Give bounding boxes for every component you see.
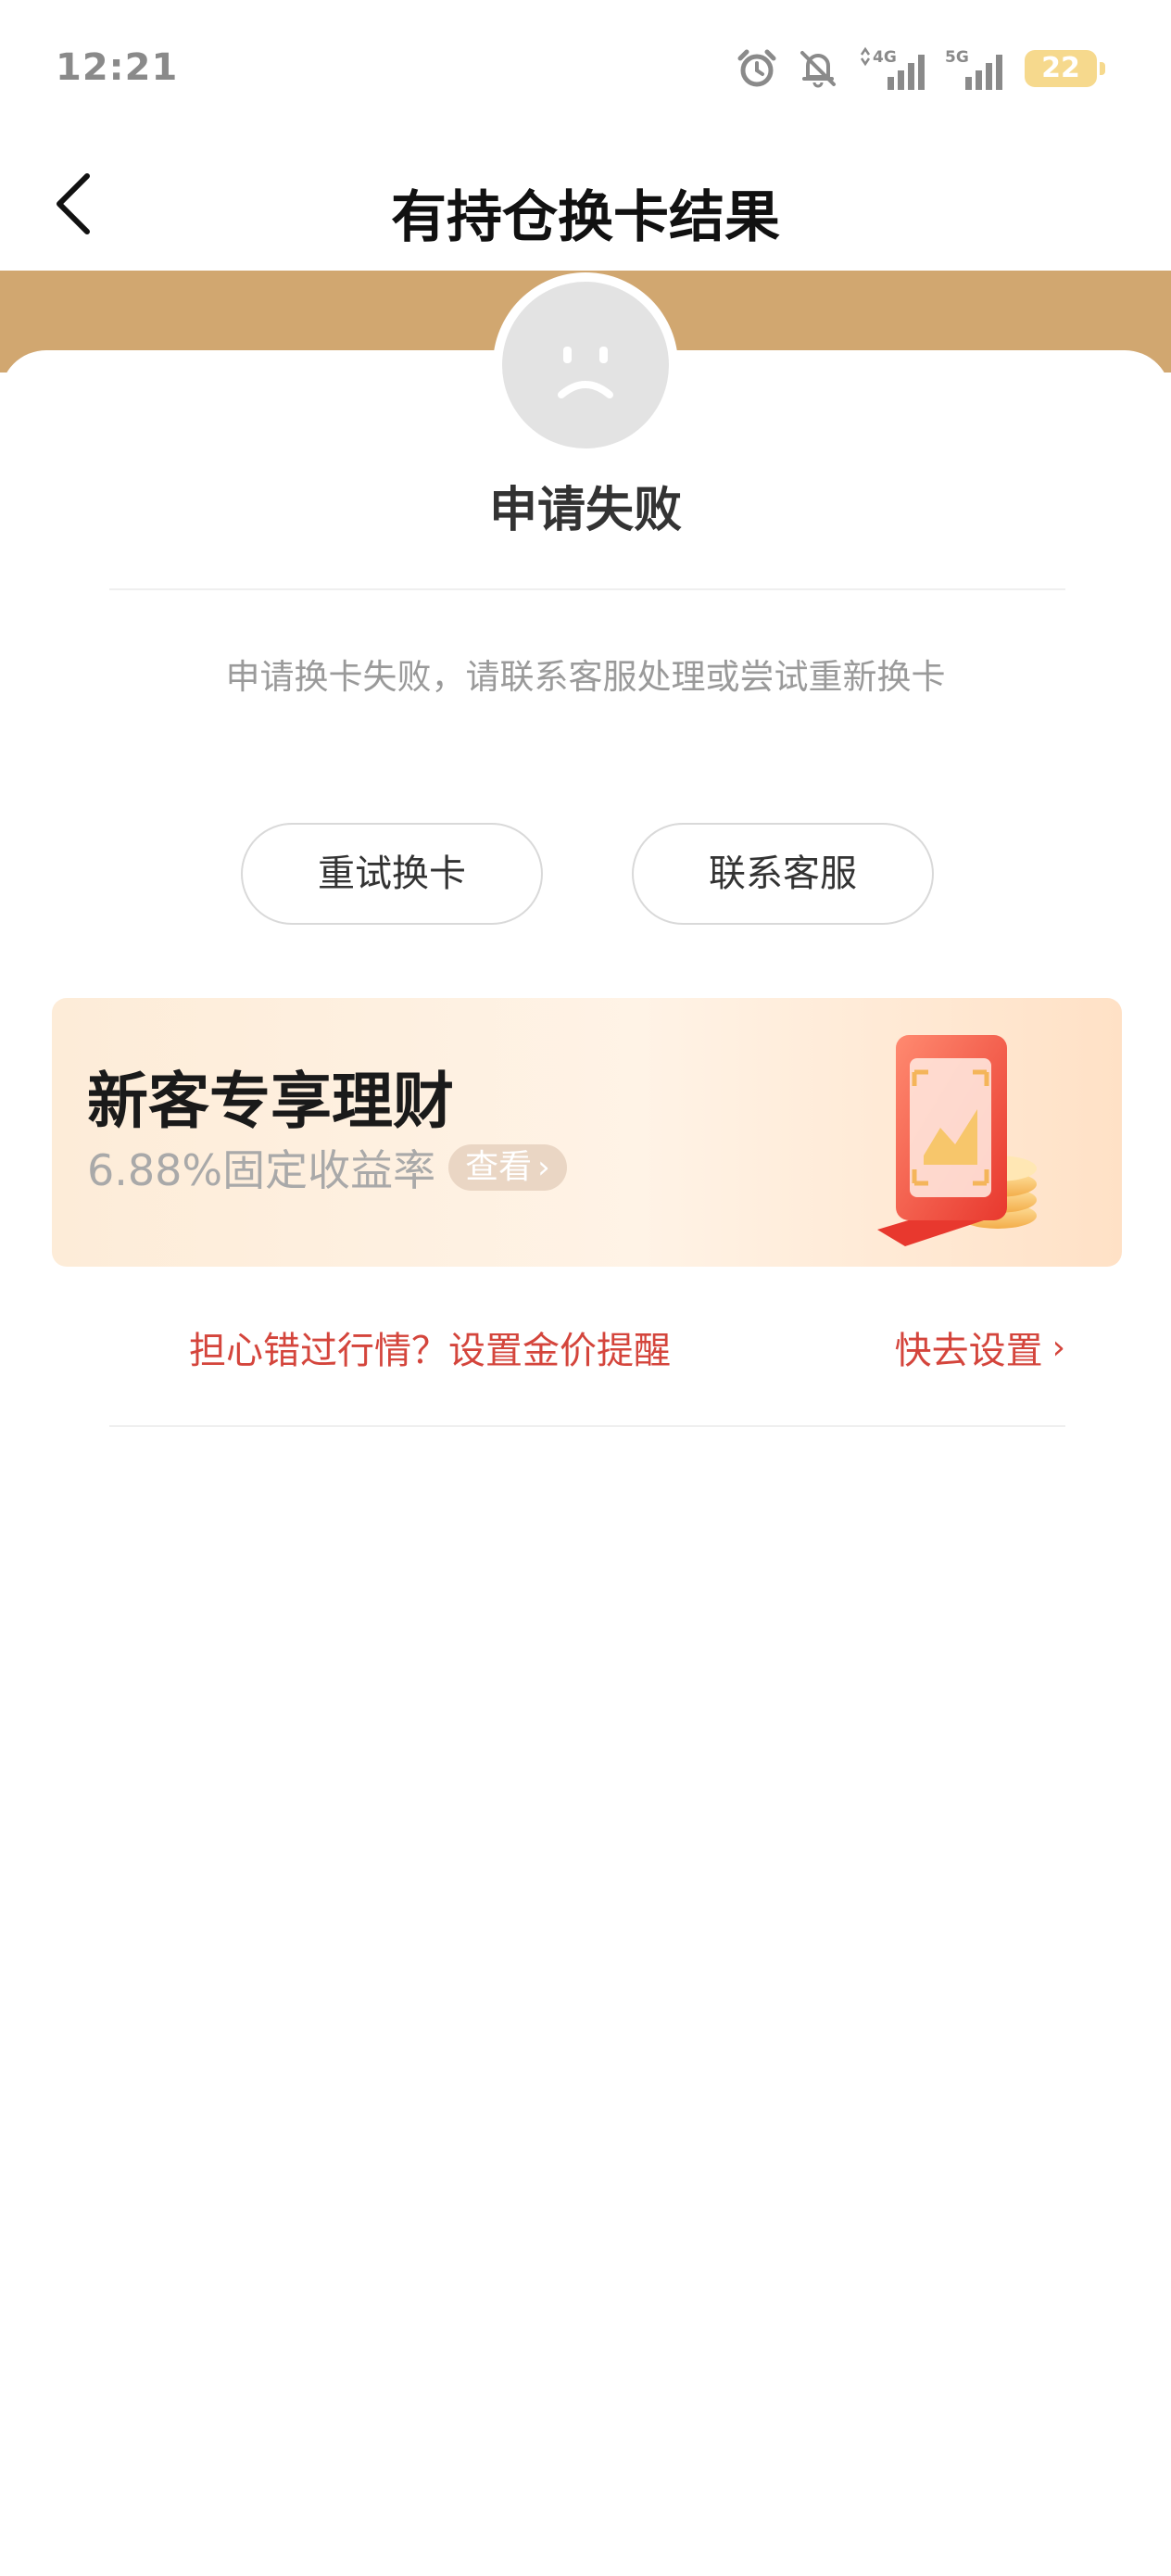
status-icons: 4G 5G 22 <box>717 43 1105 95</box>
5g-signal-icon: 5G <box>945 48 1002 90</box>
svg-text:5G: 5G <box>945 48 969 67</box>
divider <box>109 588 1065 590</box>
status-time: 12:21 <box>56 46 179 89</box>
chevron-right-icon: › <box>1051 1328 1065 1367</box>
sad-face-icon <box>502 282 669 448</box>
promo-banner[interactable]: 新客专享理财 6.88%固定收益率 查看 › <box>52 998 1122 1267</box>
price-alert-setup-link[interactable]: 快去设置 › <box>895 1320 1065 1374</box>
promo-title: 新客专享理财 <box>87 1066 454 1137</box>
result-title: 申请失败 <box>488 483 682 538</box>
battery-icon: 22 <box>1025 50 1105 87</box>
screen: 12:21 4G 5G 22 有持仓换卡结果 申请失败 申请换卡失败，请联系客服… <box>0 0 1171 2576</box>
price-alert-text: 担心错过行情？设置金价提醒 <box>189 1330 671 1372</box>
status-bar: 12:21 4G 5G 22 <box>0 0 1171 139</box>
retry-card-button[interactable]: 重试换卡 <box>241 823 543 925</box>
4g-signal-icon: 4G <box>860 46 925 90</box>
result-description: 申请换卡失败，请联系客服处理或尝试重新换卡 <box>225 657 946 697</box>
divider <box>109 1425 1065 1427</box>
price-alert-setup-label: 快去设置 <box>894 1330 1043 1372</box>
finance-card-coins-icon <box>877 1035 1037 1246</box>
alarm-icon <box>737 49 776 87</box>
mute-icon <box>800 51 836 88</box>
promo-view-button[interactable]: 查看 › <box>448 1144 567 1191</box>
chevron-right-icon: › <box>537 1149 550 1186</box>
nav-bar: 有持仓换卡结果 <box>0 139 1171 271</box>
battery-level: 22 <box>1041 52 1080 84</box>
promo-view-label: 查看 <box>465 1148 533 1186</box>
svg-text:4G: 4G <box>873 48 897 67</box>
promo-subtitle-row: 6.88%固定收益率 查看 › <box>87 1143 567 1195</box>
promo-subtitle: 6.88%固定收益率 <box>87 1145 436 1195</box>
contact-service-button[interactable]: 联系客服 <box>632 823 934 925</box>
page-title: 有持仓换卡结果 <box>391 185 780 250</box>
